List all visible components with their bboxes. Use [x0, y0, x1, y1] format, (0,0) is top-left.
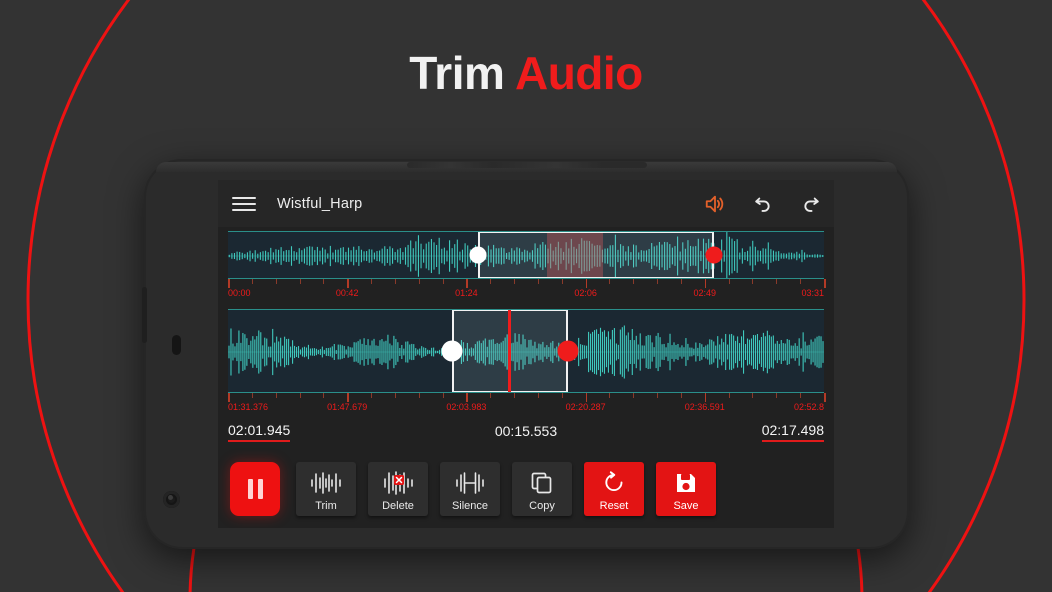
zoom-waveform[interactable] — [228, 309, 824, 393]
trim-button[interactable]: Trim — [296, 462, 356, 516]
hamburger-menu-icon[interactable] — [232, 197, 256, 211]
delete-button-label: Delete — [382, 500, 414, 512]
overview-right-handle[interactable] — [705, 247, 722, 264]
ruler-tick-label: 02:52.8 — [794, 402, 824, 412]
time-readout-row: 02:01.945 00:15.553 02:17.498 — [228, 420, 824, 444]
save-button[interactable]: Save — [656, 462, 716, 516]
trim-button-label: Trim — [315, 500, 337, 512]
phone-side-button — [142, 287, 147, 343]
playhead-indicator — [508, 309, 511, 393]
phone-speaker-grille — [407, 162, 647, 168]
bottom-toolbar: Trim — [218, 456, 834, 528]
ruler-tick-label: 00:00 — [228, 288, 251, 298]
zoom-waveform-section — [218, 305, 834, 393]
pause-button[interactable] — [230, 462, 280, 516]
zoom-ruler-ticks — [228, 393, 824, 402]
zoom-waveform-canvas — [228, 310, 824, 393]
reset-button[interactable]: Reset — [584, 462, 644, 516]
selection-end-time[interactable]: 02:17.498 — [762, 423, 824, 442]
copy-button[interactable]: Copy — [512, 462, 572, 516]
silence-waveform-icon — [453, 468, 487, 498]
page-title-word-audio: Audio — [515, 47, 643, 99]
ruler-tick-label: 02:03.983 — [446, 402, 486, 412]
phone-mockup: Wistful_Harp — [144, 159, 909, 549]
overview-waveform-section — [218, 227, 834, 279]
overview-waveform-canvas — [228, 232, 824, 279]
selection-start-time[interactable]: 02:01.945 — [228, 423, 290, 442]
pause-icon — [248, 479, 263, 499]
ruler-tick-label: 01:47.679 — [327, 402, 367, 412]
delete-waveform-icon — [381, 468, 415, 498]
phone-sensor — [172, 335, 181, 355]
reset-icon — [601, 468, 627, 498]
ruler-tick-label: 01:31.376 — [228, 402, 268, 412]
ruler-tick-label: 03:31 — [801, 288, 824, 298]
save-floppy-icon — [674, 468, 698, 498]
volume-icon[interactable] — [704, 193, 726, 215]
ruler-tick-label: 02:36.591 — [685, 402, 725, 412]
overview-left-handle[interactable] — [470, 247, 487, 264]
overview-waveform[interactable] — [228, 231, 824, 279]
phone-camera-lens — [163, 491, 180, 508]
ruler-tick-label: 01:24 — [455, 288, 478, 298]
zoom-right-handle[interactable] — [557, 341, 578, 362]
undo-icon[interactable] — [752, 193, 774, 215]
app-bar-actions — [704, 193, 822, 215]
overview-ruler-ticks — [228, 279, 824, 288]
silence-button[interactable]: Silence — [440, 462, 500, 516]
app-bar: Wistful_Harp — [218, 180, 834, 227]
selection-duration-time: 00:15.553 — [495, 424, 557, 441]
overview-highlight-region — [547, 232, 604, 278]
ruler-tick-label: 00:42 — [336, 288, 359, 298]
page-title: Trim Audio — [0, 50, 1052, 96]
zoom-ruler: 01:31.376 01:47.679 02:03.983 02:20.287 02:3… — [228, 393, 824, 419]
overview-ruler: 00:00 00:42 01:24 02:06 02:49 03:31 — [228, 279, 824, 305]
delete-button[interactable]: Delete — [368, 462, 428, 516]
redo-icon[interactable] — [800, 193, 822, 215]
ruler-tick-label: 02:20.287 — [566, 402, 606, 412]
copy-button-label: Copy — [529, 500, 555, 512]
ruler-tick-label: 02:06 — [574, 288, 597, 298]
silence-button-label: Silence — [452, 500, 488, 512]
copy-icon — [529, 468, 555, 498]
save-button-label: Save — [673, 500, 698, 512]
trim-waveform-icon — [309, 468, 343, 498]
phone-screen: Wistful_Harp — [218, 180, 834, 528]
reset-button-label: Reset — [600, 500, 629, 512]
promo-screenshot: Trim Audio Wistful_Harp — [0, 0, 1052, 592]
page-title-filename: Wistful_Harp — [277, 196, 362, 212]
ruler-tick-label: 02:49 — [694, 288, 717, 298]
page-title-word-trim: Trim — [409, 47, 504, 99]
zoom-left-handle[interactable] — [441, 341, 462, 362]
